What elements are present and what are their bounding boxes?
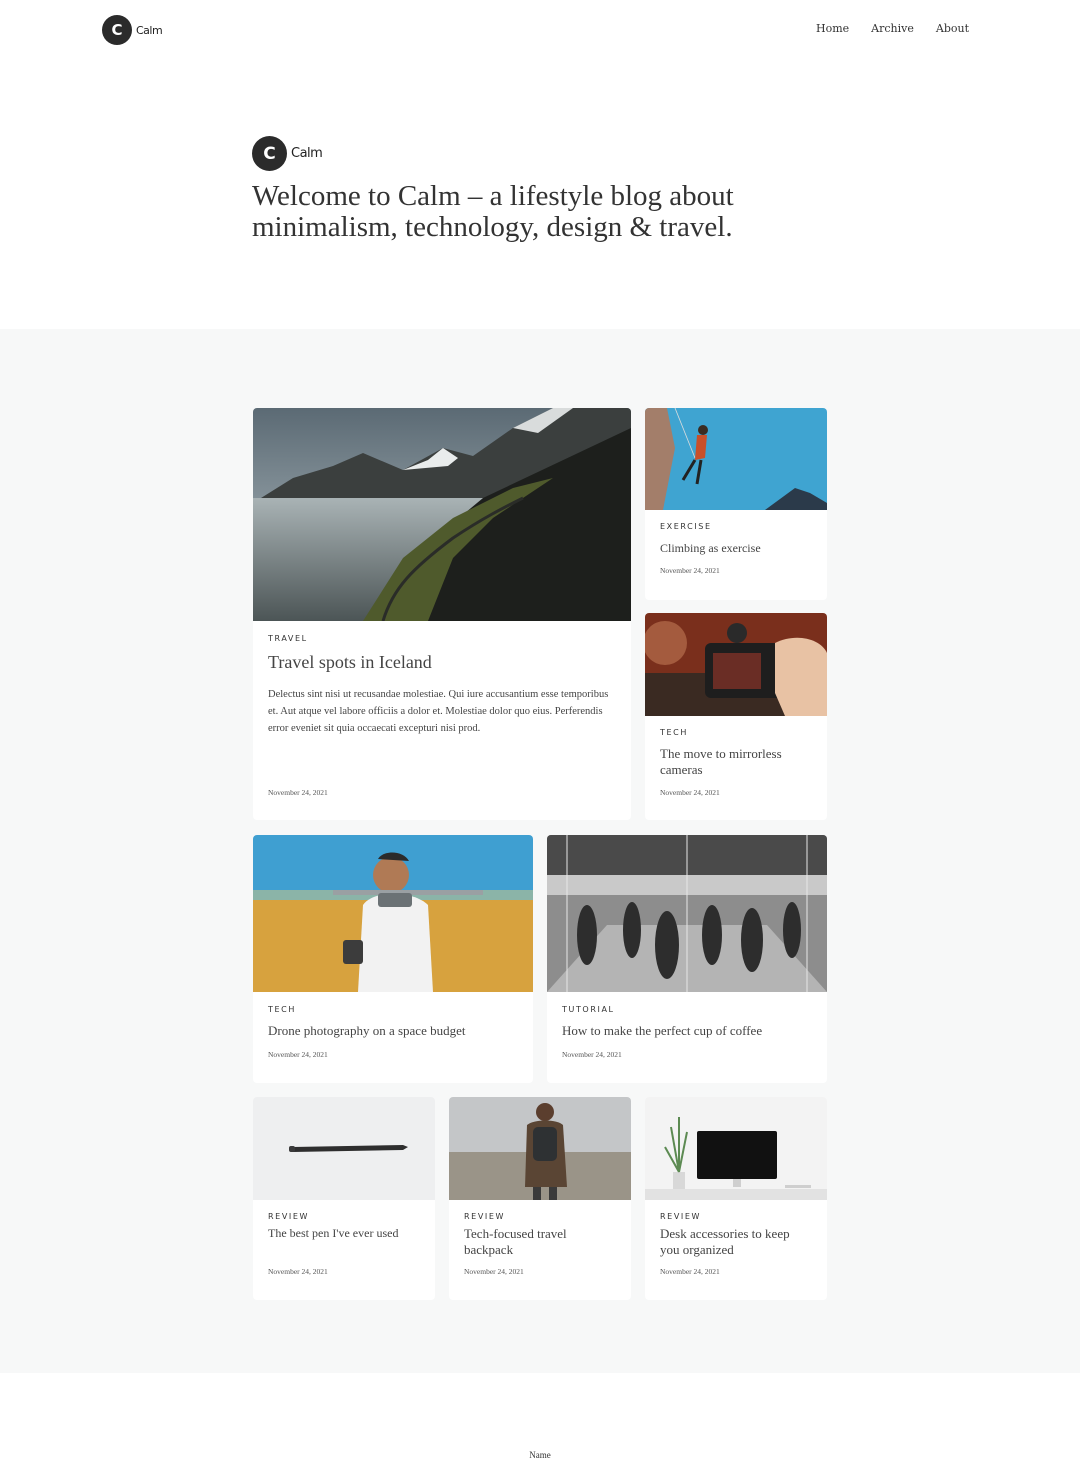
post-title[interactable]: Desk accessories to keep you organized: [660, 1226, 812, 1258]
hero: C Calm Welcome to Calm – a lifestyle blo…: [252, 136, 812, 243]
post-card-drone[interactable]: TECH Drone photography on a space budget…: [253, 835, 533, 1083]
post-title[interactable]: The best pen I've ever used: [268, 1225, 420, 1241]
site-logo[interactable]: C Calm: [102, 15, 163, 45]
hero-logo-text: Calm: [291, 146, 323, 161]
post-title[interactable]: Tech-focused travel backpack: [464, 1226, 616, 1258]
post-card-travel-spots[interactable]: TRAVEL Travel spots in Iceland Delectus …: [253, 408, 631, 820]
post-image-backpack[interactable]: [449, 1097, 631, 1200]
post-date: November 24, 2021: [268, 1267, 328, 1276]
nav-home[interactable]: Home: [816, 22, 849, 35]
nav-archive[interactable]: Archive: [871, 22, 914, 35]
post-category[interactable]: TRAVEL: [268, 634, 308, 643]
post-category[interactable]: TECH: [268, 1005, 296, 1014]
post-title[interactable]: The move to mirrorless cameras: [660, 746, 812, 778]
post-card-desk[interactable]: REVIEW Desk accessories to keep you orga…: [645, 1097, 827, 1300]
post-date: November 24, 2021: [268, 1050, 328, 1059]
post-card-climbing[interactable]: EXERCISE Climbing as exercise November 2…: [645, 408, 827, 600]
post-image-climber[interactable]: [645, 408, 827, 510]
post-date: November 24, 2021: [464, 1267, 524, 1276]
post-date: November 24, 2021: [660, 566, 720, 575]
post-title[interactable]: Travel spots in Iceland: [268, 652, 616, 673]
post-card-backpack[interactable]: REVIEW Tech-focused travel backpack Nove…: [449, 1097, 631, 1300]
post-image-desk[interactable]: [645, 1097, 827, 1200]
hero-logo-mark: C: [252, 136, 287, 171]
site-header: C Calm Home Archive About: [0, 0, 1080, 60]
nav-about[interactable]: About: [936, 22, 969, 35]
post-date: November 24, 2021: [660, 1267, 720, 1276]
main-nav: Home Archive About: [816, 22, 969, 35]
hero-logo: C Calm: [252, 136, 812, 171]
post-feed: TRAVEL Travel spots in Iceland Delectus …: [0, 329, 1080, 1373]
post-category[interactable]: REVIEW: [464, 1212, 505, 1221]
post-card-mirrorless[interactable]: TECH The move to mirrorless cameras Nove…: [645, 613, 827, 820]
logo-text: Calm: [136, 23, 163, 37]
post-category[interactable]: TECH: [660, 728, 688, 737]
post-image-station[interactable]: [547, 835, 827, 992]
footer-name-label: Name: [529, 1450, 551, 1460]
post-excerpt: Delectus sint nisi ut recusandae molesti…: [268, 689, 609, 734]
post-card-pen[interactable]: REVIEW The best pen I've ever used Novem…: [253, 1097, 435, 1300]
post-title[interactable]: How to make the perfect cup of coffee: [562, 1023, 812, 1039]
post-category[interactable]: EXERCISE: [660, 522, 712, 531]
post-category[interactable]: TUTORIAL: [562, 1005, 615, 1014]
post-image-drone[interactable]: [253, 835, 533, 992]
post-card-coffee[interactable]: TUTORIAL How to make the perfect cup of …: [547, 835, 827, 1083]
post-date: November 24, 2021: [562, 1050, 622, 1059]
post-image-pen[interactable]: [253, 1097, 435, 1200]
post-date: November 24, 2021: [268, 788, 328, 797]
post-category[interactable]: REVIEW: [660, 1212, 701, 1221]
post-date: November 24, 2021: [660, 788, 720, 797]
post-image-iceland[interactable]: [253, 408, 631, 621]
hero-title: Welcome to Calm – a lifestyle blog about…: [252, 180, 734, 243]
post-image-camera[interactable]: [645, 613, 827, 716]
post-category[interactable]: REVIEW: [268, 1212, 309, 1221]
post-title[interactable]: Climbing as exercise: [660, 540, 812, 556]
post-title[interactable]: Drone photography on a space budget: [268, 1023, 518, 1039]
logo-mark: C: [102, 15, 132, 45]
